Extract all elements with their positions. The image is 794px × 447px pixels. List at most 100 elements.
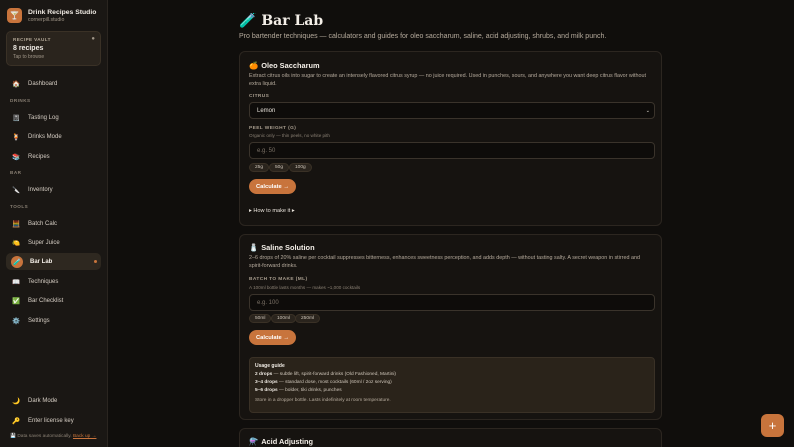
sidebar-item-label: Bar Checklist	[28, 297, 64, 304]
page-title: 🧪 Bar Lab	[239, 13, 323, 29]
moon-icon: 🌙	[11, 397, 21, 405]
books-icon: 📚	[11, 153, 21, 161]
vault-hint: Tap to browse	[13, 54, 45, 60]
alembic-icon: ⚗️	[249, 437, 259, 446]
vault-label: RECIPE VAULT	[13, 37, 51, 42]
checkmark-icon: ✅	[11, 297, 21, 305]
vault-dot-icon: ●	[91, 36, 95, 42]
active-indicator-icon	[94, 260, 97, 263]
sidebar-item-bar-checklist[interactable]: ✅ Bar Checklist	[6, 292, 101, 309]
saline-calculate-button[interactable]: Calculate →	[249, 330, 297, 345]
sidebar-item-label: Dark Mode	[28, 397, 58, 404]
card-description: Extract citrus oils into sugar to create…	[249, 73, 647, 87]
acid-adjusting-card: ⚗️ Acid Adjusting	[239, 428, 662, 447]
chip-25g[interactable]: 25g	[249, 163, 270, 172]
page-title-text: Bar Lab	[261, 13, 324, 29]
sidebar-item-label: Batch Calc	[28, 220, 58, 227]
citrus-select[interactable]: Lemon ⌄	[249, 102, 655, 119]
salt-icon: 🧂	[249, 243, 259, 252]
autosave-text: Data saves automatically.	[17, 434, 72, 439]
sidebar-item-label: Tasting Log	[28, 114, 59, 121]
peel-weight-hint: Organic only — thin peels, no white pith	[249, 133, 330, 138]
section-bar: BAR	[10, 170, 22, 175]
page-subtitle: Pro bartender techniques — calculators a…	[239, 33, 607, 40]
usage-guide-line: 2 drops — subtle lift, spirit-forward dr…	[255, 372, 397, 377]
autosave-note: 💾 Data saves automatically. Back up →	[10, 434, 96, 439]
sidebar-item-inventory[interactable]: 🔪 Inventory	[6, 181, 101, 198]
sidebar-item-techniques[interactable]: 📖 Techniques	[6, 273, 101, 290]
card-title-text: Saline Solution	[261, 243, 315, 252]
vault-count: 8 recipes	[13, 45, 44, 52]
sidebar-item-dashboard[interactable]: 🏠 Dashboard	[6, 75, 101, 92]
sidebar-item-label: Enter license key	[28, 417, 74, 424]
notebook-icon: 📓	[11, 114, 21, 122]
back-up-link[interactable]: Back up →	[73, 434, 96, 439]
card-description: 2–6 drops of 20% saline per cocktail sup…	[249, 255, 640, 269]
usage-guide: Usage guide 2 drops — subtle lift, spiri…	[249, 357, 655, 413]
drink-icon: 🍹	[11, 133, 21, 141]
sidebar-item-settings[interactable]: ⚙️ Settings	[6, 312, 101, 329]
sidebar-item-batch-calc[interactable]: 🧮 Batch Calc	[6, 215, 101, 232]
chip-100g[interactable]: 100g	[289, 163, 312, 172]
sidebar-item-label: Settings	[28, 317, 50, 324]
save-icon: 💾	[10, 434, 16, 439]
sidebar-item-super-juice[interactable]: 🍋 Super Juice	[6, 234, 101, 251]
peel-weight-label: PEEL WEIGHT (G)	[249, 126, 297, 131]
sidebar-item-drinks-mode[interactable]: 🍹 Drinks Mode	[6, 128, 101, 145]
key-icon: 🔑	[11, 417, 21, 425]
dark-mode-toggle[interactable]: 🌙 Dark Mode	[6, 392, 101, 409]
brand[interactable]: 🍸 Drink Recipes Studio cornerpill.studio	[7, 8, 96, 23]
sidebar-item-tasting-log[interactable]: 📓 Tasting Log	[6, 109, 101, 126]
section-drinks: DRINKS	[10, 98, 31, 103]
sidebar-item-recipes[interactable]: 📚 Recipes	[6, 148, 101, 165]
gear-icon: ⚙️	[11, 317, 21, 325]
card-title-text: Acid Adjusting	[261, 437, 314, 446]
card-title: 🧂 Saline Solution	[249, 243, 315, 252]
calculator-icon: 🧮	[11, 220, 21, 228]
card-title-text: Oleo Saccharum	[261, 61, 320, 70]
knife-icon: 🔪	[11, 186, 21, 194]
sidebar-item-label: Techniques	[28, 278, 59, 285]
chip-50g[interactable]: 50g	[269, 163, 290, 172]
cocktail-logo-icon: 🍸	[7, 8, 22, 23]
how-to-make-toggle[interactable]: ▸ How to make it ▸	[249, 208, 295, 214]
citrus-label: CITRUS	[249, 94, 270, 99]
chip-50ml[interactable]: 50ml	[249, 314, 272, 323]
chip-100ml[interactable]: 100ml	[271, 314, 297, 323]
batch-label: BATCH TO MAKE (ML)	[249, 277, 308, 282]
test-tube-icon: 🧪	[11, 255, 23, 268]
usage-guide-line: 3–4 drops — standard dose, most cocktail…	[255, 380, 392, 385]
orange-icon: 🍊	[249, 61, 259, 70]
batch-input[interactable]: e.g. 100	[249, 294, 655, 311]
brand-name: Drink Recipes Studio	[28, 8, 97, 16]
chevron-down-icon: ⌄	[645, 108, 650, 114]
usage-guide-footnote: Store in a dropper bottle. Lasts indefin…	[255, 398, 391, 403]
sidebar-item-label: Super Juice	[28, 239, 60, 246]
sidebar-item-bar-lab[interactable]: 🧪 Bar Lab	[6, 253, 101, 270]
sidebar: 🍸 Drink Recipes Studio cornerpill.studio…	[0, 0, 108, 447]
sidebar-item-label: Dashboard	[28, 80, 58, 87]
chip-250ml[interactable]: 250ml	[295, 314, 321, 323]
sidebar-item-label: Drinks Mode	[28, 133, 62, 140]
citrus-select-value: Lemon	[257, 107, 276, 114]
section-tools: TOOLS	[10, 204, 29, 209]
card-title: 🍊 Oleo Saccharum	[249, 61, 320, 70]
test-tube-icon: 🧪	[239, 13, 257, 29]
brand-subtitle: cornerpill.studio	[28, 16, 65, 23]
usage-guide-line: 5–6 drops — bolder, tiki drinks, punches	[255, 388, 342, 393]
saline-solution-card: 🧂 Saline Solution 2–6 drops of 20% salin…	[239, 234, 662, 420]
enter-license-key-button[interactable]: 🔑 Enter license key	[6, 412, 101, 429]
home-icon: 🏠	[11, 80, 21, 88]
oleo-saccharum-card: 🍊 Oleo Saccharum Extract citrus oils int…	[239, 51, 662, 226]
card-title: ⚗️ Acid Adjusting	[249, 437, 313, 446]
oleo-calculate-button[interactable]: Calculate →	[249, 179, 297, 194]
peel-weight-input[interactable]: e.g. 50	[249, 142, 655, 159]
sidebar-item-label: Inventory	[28, 186, 53, 193]
add-button[interactable]: +	[761, 414, 784, 437]
recipe-vault-card[interactable]: RECIPE VAULT 8 recipes Tap to browse ●	[6, 31, 101, 66]
lemon-icon: 🍋	[11, 239, 21, 247]
sidebar-item-label: Bar Lab	[30, 258, 53, 265]
batch-hint: A 100ml bottle lasts months — makes ~1,0…	[249, 285, 361, 290]
book-icon: 📖	[11, 278, 21, 286]
sidebar-item-label: Recipes	[28, 153, 50, 160]
